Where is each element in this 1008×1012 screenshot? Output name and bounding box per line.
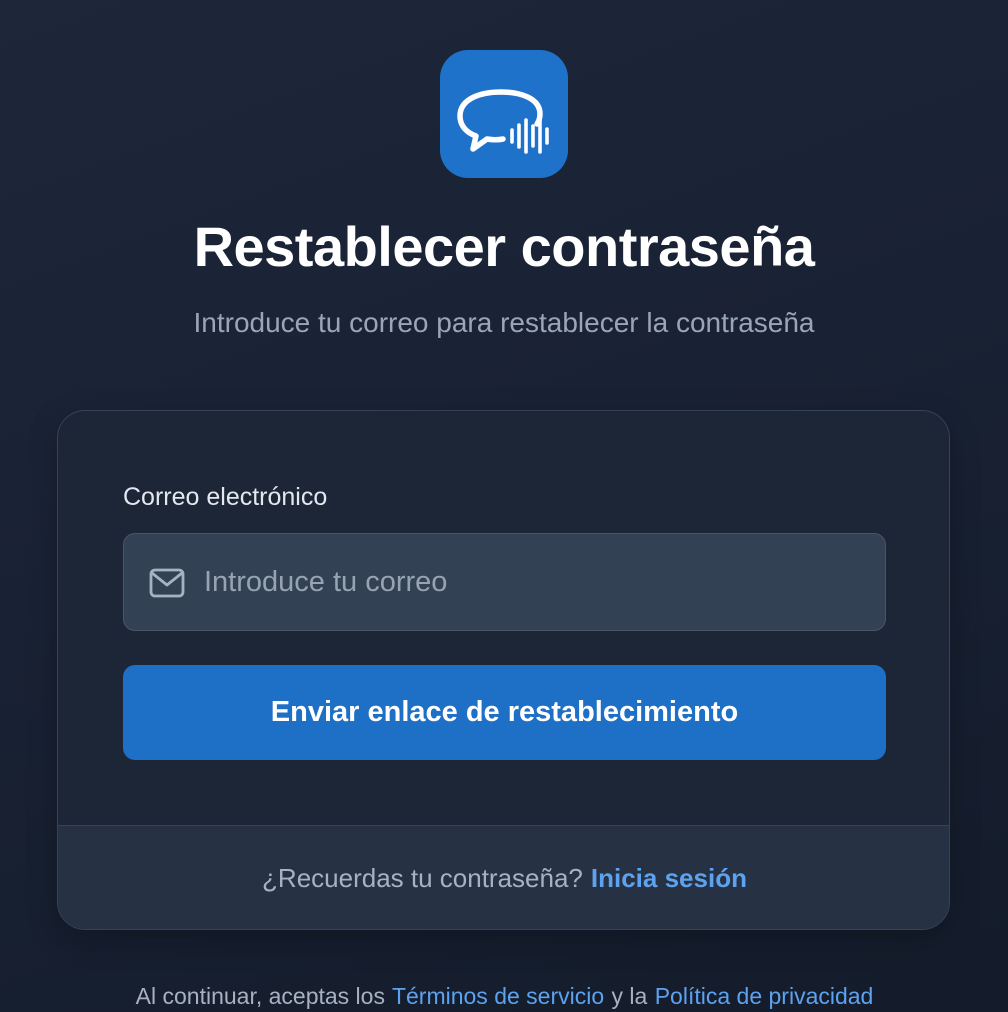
terms-link[interactable]: Términos de servicio	[392, 983, 604, 1009]
mail-icon	[149, 568, 185, 598]
email-label: Correo electrónico	[123, 483, 328, 511]
send-reset-link-button[interactable]: Enviar enlace de restablecimiento	[123, 665, 886, 760]
email-input[interactable]	[204, 534, 864, 630]
legal-notice: Al continuar, aceptas los Términos de se…	[0, 981, 1008, 1011]
page-title: Restablecer contraseña	[193, 215, 815, 278]
privacy-link[interactable]: Política de privacidad	[655, 983, 874, 1009]
app-logo	[440, 50, 568, 178]
reset-password-card: Correo electrónico Enviar enlace de rest…	[57, 410, 950, 930]
card-footer: ¿Recuerdas tu contraseña? Inicia sesión	[58, 825, 949, 929]
signin-link[interactable]: Inicia sesión	[591, 863, 747, 894]
legal-prefix: Al continuar, aceptas los	[135, 983, 385, 1009]
chat-bubble-waveform-icon	[457, 89, 549, 154]
email-field-wrapper[interactable]	[123, 533, 886, 631]
legal-connector: y la	[611, 983, 648, 1009]
page-subtitle: Introduce tu correo para restablecer la …	[193, 307, 815, 338]
remember-password-prompt: ¿Recuerdas tu contraseña?	[262, 863, 583, 893]
